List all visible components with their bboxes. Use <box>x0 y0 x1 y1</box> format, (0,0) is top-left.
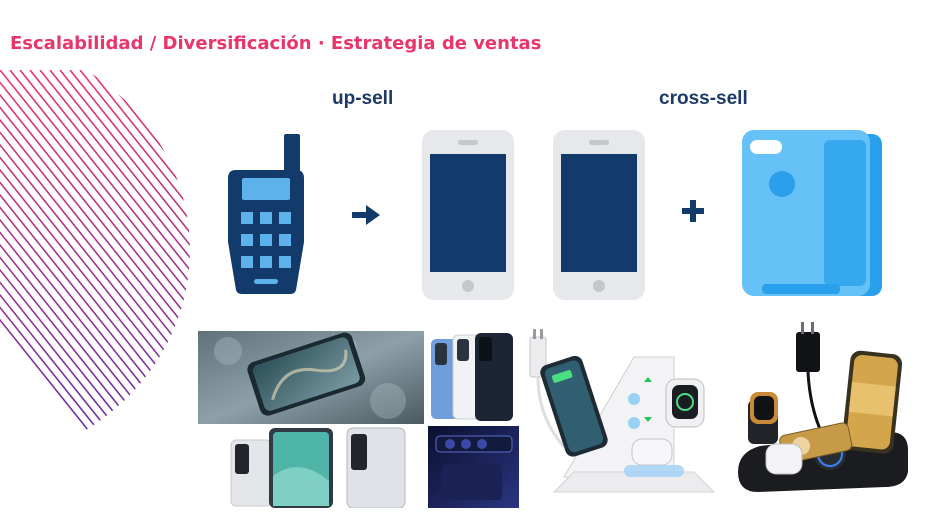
crosssell-label: cross-sell <box>659 88 748 109</box>
upsell-label: up-sell <box>332 88 394 109</box>
dark-phone-photo <box>428 426 519 508</box>
redmi-phones-photo <box>229 426 407 508</box>
smartphone-icon <box>553 130 645 300</box>
slide-title: Escalabilidad / Diversificación · Estrat… <box>10 33 542 54</box>
feature-phone-icon <box>228 134 304 294</box>
phone-case-icon <box>742 130 882 296</box>
wireless-charger-stand-photo <box>524 327 724 507</box>
arrow-right-icon <box>352 205 380 225</box>
samsung-phones-photo <box>429 331 519 424</box>
phone-on-ice-photo <box>198 331 424 424</box>
plus-icon <box>682 200 704 222</box>
decorative-stripes <box>0 70 190 465</box>
smartphone-icon <box>422 130 514 300</box>
slide: Escalabilidad / Diversificación · Estrat… <box>0 0 945 531</box>
black-charging-dock-photo <box>730 322 910 500</box>
